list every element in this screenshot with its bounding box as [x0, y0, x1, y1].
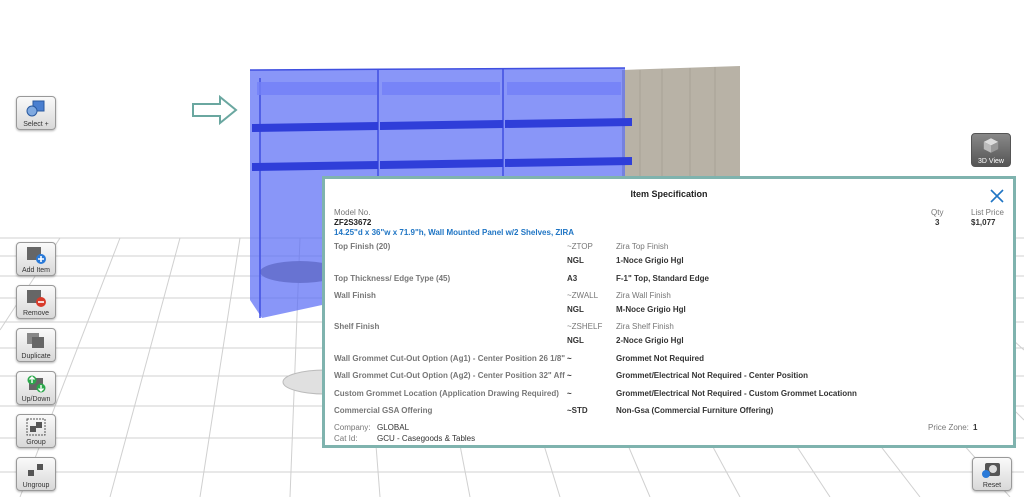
add-item-button[interactable]: Add Item [16, 242, 56, 276]
option-value-desc: Grommet/Electrical Not Required - Center… [616, 371, 809, 380]
up-down-icon [27, 375, 46, 393]
option-code: ~ZTOP [567, 242, 593, 251]
cube-icon [983, 138, 999, 153]
option-value-code: ~ [567, 389, 572, 398]
reset-icon [982, 463, 1000, 478]
list-price-value: $1,077 [971, 218, 996, 227]
add-item-icon [27, 247, 46, 264]
cat-id-value: GCU - Casegoods & Tables [377, 434, 476, 443]
reset-label: Reset [982, 482, 1002, 489]
select-label: Select + [23, 121, 49, 128]
panel-title: Item Specification [630, 189, 708, 199]
ungroup-label: Ungroup [22, 482, 50, 489]
option-value-desc: Grommet/Electrical Not Required - Custom… [616, 389, 857, 398]
ungroup-button[interactable]: Ungroup [16, 457, 56, 491]
option-value-code: ~ [567, 371, 572, 380]
duplicate-icon [27, 333, 44, 348]
option-name: Custom Grommet Location (Application Dra… [334, 389, 559, 398]
option-desc: Zira Wall Finish [616, 291, 671, 300]
option-value-desc: 2-Noce Grigio Hgl [616, 336, 684, 345]
model-no: ZF2S3672 [334, 218, 372, 227]
group-button[interactable]: Group [16, 414, 56, 448]
option-value-desc: Grommet Not Required [616, 354, 705, 363]
remove-label: Remove [22, 310, 50, 317]
list-price-label: List Price [971, 208, 1004, 217]
option-desc: Zira Top Finish [616, 242, 669, 251]
option-desc: Zira Shelf Finish [616, 322, 674, 331]
qty-value: 3 [935, 218, 940, 227]
duplicate-button[interactable]: Duplicate [16, 328, 56, 362]
option-value-code: A3 [567, 274, 578, 283]
option-value-code: NGL [567, 336, 584, 345]
ungroup-icon [28, 464, 43, 476]
cat-id-label: Cat Id: [334, 434, 358, 443]
reset-button[interactable]: Reset [972, 457, 1012, 491]
option-name: Wall Grommet Cut-Out Option (Ag1) - Cent… [334, 354, 566, 363]
option-name: Shelf Finish [334, 322, 380, 331]
option-name: Top Thickness/ Edge Type (45) [334, 274, 451, 283]
option-value-desc: M-Noce Grigio Hgl [616, 305, 686, 314]
group-label: Group [26, 439, 46, 446]
duplicate-label: Duplicate [21, 353, 51, 360]
option-value-code: ~STD [567, 406, 588, 415]
3d-view-button[interactable]: 3D View [971, 133, 1011, 167]
price-zone-value: 1 [973, 423, 978, 432]
price-zone-label: Price Zone: [928, 423, 969, 432]
arrow-indicator-icon [192, 94, 238, 126]
option-name: Wall Finish [334, 291, 376, 300]
select-icon [26, 100, 45, 117]
select-button[interactable]: Select + [16, 96, 56, 130]
up-down-label: Up/Down [21, 396, 51, 403]
remove-button[interactable]: Remove [16, 285, 56, 319]
option-value-desc: F-1" Top, Standard Edge [616, 274, 709, 283]
option-value-code: ~ [567, 354, 572, 363]
close-icon[interactable] [989, 188, 1005, 204]
up-down-button[interactable]: Up/Down [16, 371, 56, 405]
company-value: GLOBAL [377, 423, 410, 432]
option-name: Wall Grommet Cut-Out Option (Ag2) - Cent… [334, 371, 565, 380]
option-value-desc: 1-Noce Grigio Hgl [616, 256, 684, 265]
remove-icon [27, 290, 46, 307]
add-item-label: Add Item [21, 267, 50, 274]
qty-label: Qty [931, 208, 944, 217]
option-value-code: NGL [567, 256, 584, 265]
option-code: ~ZSHELF [567, 322, 603, 331]
item-specification-panel: Item Specification Model No. ZF2S3672 14… [322, 176, 1016, 448]
3d-view-label: 3D View [978, 158, 1004, 165]
model-no-label: Model No. [334, 208, 371, 217]
option-value-code: NGL [567, 305, 584, 314]
company-label: Company: [334, 423, 371, 432]
group-icon [26, 418, 46, 436]
item-description: 14.25"d x 36"w x 71.9"h, Wall Mounted Pa… [334, 228, 575, 237]
option-value-desc: Non-Gsa (Commercial Furniture Offering) [616, 406, 774, 415]
option-name: Top Finish (20) [334, 242, 391, 251]
option-name: Commercial GSA Offering [334, 406, 433, 415]
option-code: ~ZWALL [567, 291, 599, 300]
